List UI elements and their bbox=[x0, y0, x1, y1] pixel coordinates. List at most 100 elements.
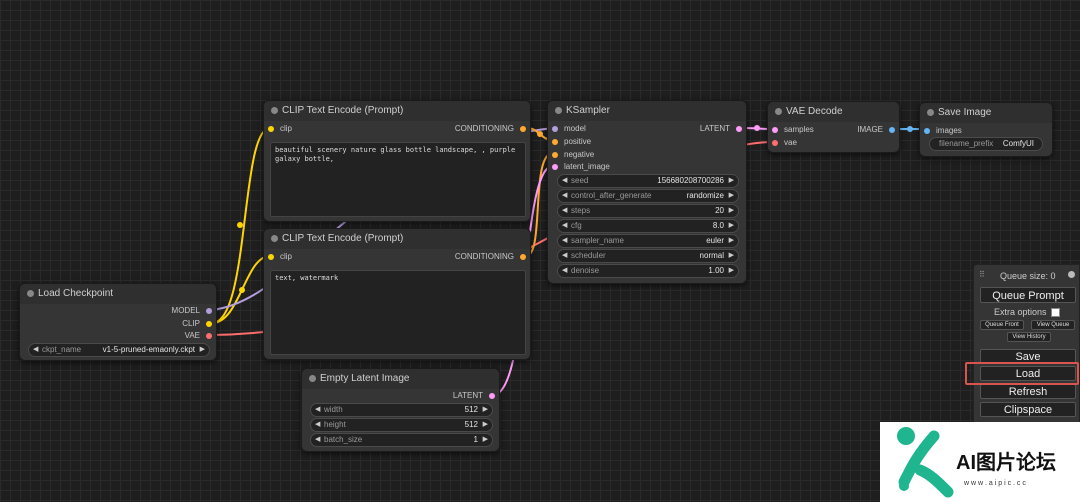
arrow-right-icon[interactable]: ▶ bbox=[483, 404, 488, 416]
seed-widget[interactable]: ◀ seed 156680208700286 ▶ bbox=[557, 174, 739, 188]
queue-front-button[interactable]: Queue Front bbox=[980, 320, 1024, 330]
collapse-dot-icon[interactable] bbox=[555, 107, 562, 114]
arrow-left-icon[interactable]: ◀ bbox=[315, 434, 320, 446]
arrow-left-icon[interactable]: ◀ bbox=[33, 344, 38, 356]
widget-label: seed bbox=[571, 176, 589, 185]
save-image-title[interactable]: Save Image bbox=[920, 103, 1052, 123]
input-slot-clip[interactable]: clip bbox=[268, 252, 292, 262]
clip-text-encode-positive-node[interactable]: CLIP Text Encode (Prompt) clip CONDITION… bbox=[263, 100, 531, 222]
height-number-widget[interactable]: ◀ height 512 ▶ bbox=[310, 418, 493, 432]
queue-prompt-button[interactable]: Queue Prompt bbox=[980, 287, 1076, 303]
arrow-right-icon[interactable]: ▶ bbox=[729, 220, 734, 232]
widget-value: 156680208700286 bbox=[657, 176, 724, 185]
prompt-textarea[interactable]: beautiful scenery nature glass bottle la… bbox=[270, 142, 526, 217]
batch-size-number-widget[interactable]: ◀ batch_size 1 ▶ bbox=[310, 433, 493, 447]
arrow-left-icon[interactable]: ◀ bbox=[562, 205, 567, 217]
vae-decode-node[interactable]: VAE Decode samples vae IMAGE bbox=[767, 101, 900, 153]
refresh-button[interactable]: Refresh bbox=[980, 384, 1076, 399]
output-slot-conditioning[interactable]: CONDITIONING bbox=[455, 124, 526, 134]
widget-value: euler bbox=[706, 236, 724, 245]
arrow-left-icon[interactable]: ◀ bbox=[562, 250, 567, 262]
arrow-left-icon[interactable]: ◀ bbox=[562, 175, 567, 187]
steps-widget[interactable]: ◀ steps 20 ▶ bbox=[557, 204, 739, 218]
control-after-generate-widget[interactable]: ◀ control_after_generate randomize ▶ bbox=[557, 189, 739, 203]
watermark-logo-icon bbox=[897, 427, 954, 498]
drag-handle-icon[interactable]: ⠿ bbox=[979, 270, 985, 279]
arrow-right-icon[interactable]: ▶ bbox=[729, 250, 734, 262]
widget-label: filename_prefix bbox=[939, 139, 994, 148]
output-slot-model[interactable]: MODEL bbox=[172, 306, 212, 316]
input-slot-positive[interactable]: positive bbox=[552, 137, 591, 147]
input-slot-samples[interactable]: samples bbox=[772, 125, 814, 135]
save-image-node[interactable]: Save Image images filename_prefix ComfyU… bbox=[919, 102, 1053, 157]
arrow-right-icon[interactable]: ▶ bbox=[200, 344, 205, 356]
output-slot-conditioning[interactable]: CONDITIONING bbox=[455, 252, 526, 262]
widget-label: denoise bbox=[571, 266, 600, 275]
input-slot-images[interactable]: images bbox=[924, 126, 962, 136]
input-slot-vae[interactable]: vae bbox=[772, 138, 797, 148]
settings-dot-icon[interactable] bbox=[1068, 271, 1075, 278]
collapse-dot-icon[interactable] bbox=[775, 108, 782, 115]
collapse-dot-icon[interactable] bbox=[271, 107, 278, 114]
output-slot-vae[interactable]: VAE bbox=[185, 331, 212, 341]
arrow-right-icon[interactable]: ▶ bbox=[729, 175, 734, 187]
collapse-dot-icon[interactable] bbox=[27, 290, 34, 297]
ksampler-node[interactable]: KSampler model positive negative latent_… bbox=[547, 100, 747, 284]
input-slot-model[interactable]: model bbox=[552, 124, 586, 134]
input-slot-latent-image[interactable]: latent_image bbox=[552, 162, 610, 172]
collapse-dot-icon[interactable] bbox=[309, 375, 316, 382]
output-slot-clip[interactable]: CLIP bbox=[182, 319, 212, 329]
slot-dot-icon bbox=[889, 127, 895, 133]
filename-prefix-widget[interactable]: filename_prefix ComfyUI bbox=[929, 137, 1043, 151]
scheduler-widget[interactable]: ◀ scheduler normal ▶ bbox=[557, 249, 739, 263]
arrow-right-icon[interactable]: ▶ bbox=[483, 419, 488, 431]
widget-value: normal bbox=[699, 251, 724, 260]
queue-size-label: Queue size: 0 bbox=[1000, 271, 1056, 281]
output-slot-image[interactable]: IMAGE bbox=[857, 125, 895, 135]
output-slot-latent[interactable]: LATENT bbox=[700, 124, 742, 134]
cfg-widget[interactable]: ◀ cfg 8.0 ▶ bbox=[557, 219, 739, 233]
slot-dot-icon bbox=[552, 126, 558, 132]
slot-dot-icon bbox=[552, 164, 558, 170]
empty-latent-image-node[interactable]: Empty Latent Image LATENT ◀ width 512 ▶ ◀ he… bbox=[301, 368, 500, 452]
arrow-right-icon[interactable]: ▶ bbox=[729, 265, 734, 277]
prompt-textarea[interactable]: text, watermark bbox=[270, 270, 526, 355]
slot-label: CONDITIONING bbox=[454, 252, 514, 261]
collapse-dot-icon[interactable] bbox=[271, 235, 278, 242]
arrow-right-icon[interactable]: ▶ bbox=[729, 205, 734, 217]
extra-options-checkbox[interactable] bbox=[1051, 308, 1061, 318]
width-number-widget[interactable]: ◀ width 512 ▶ bbox=[310, 403, 493, 417]
empty-latent-title[interactable]: Empty Latent Image bbox=[302, 369, 499, 389]
view-queue-button[interactable]: View Queue bbox=[1031, 320, 1075, 330]
node-title-text: KSampler bbox=[566, 105, 610, 116]
arrow-right-icon[interactable]: ▶ bbox=[729, 235, 734, 247]
load-checkpoint-title[interactable]: Load Checkpoint bbox=[20, 284, 216, 304]
widget-value: v1-5-pruned-emaonly.ckpt bbox=[102, 345, 195, 354]
slot-label: vae bbox=[784, 138, 797, 147]
output-slot-latent[interactable]: LATENT bbox=[453, 391, 495, 401]
arrow-left-icon[interactable]: ◀ bbox=[562, 220, 567, 232]
clip-positive-title[interactable]: CLIP Text Encode (Prompt) bbox=[264, 101, 530, 121]
clipspace-button[interactable]: Clipspace bbox=[980, 402, 1076, 417]
clip-text-encode-negative-node[interactable]: CLIP Text Encode (Prompt) clip CONDITION… bbox=[263, 228, 531, 360]
arrow-right-icon[interactable]: ▶ bbox=[483, 434, 488, 446]
arrow-right-icon[interactable]: ▶ bbox=[729, 190, 734, 202]
input-slot-negative[interactable]: negative bbox=[552, 150, 594, 160]
ksampler-title[interactable]: KSampler bbox=[548, 101, 746, 121]
vae-decode-title[interactable]: VAE Decode bbox=[768, 102, 899, 122]
load-checkpoint-node[interactable]: Load Checkpoint MODEL CLIP VAE ◀ ckpt_na… bbox=[19, 283, 217, 361]
arrow-left-icon[interactable]: ◀ bbox=[562, 190, 567, 202]
arrow-left-icon[interactable]: ◀ bbox=[315, 404, 320, 416]
ckpt-name-combo[interactable]: ◀ ckpt_name v1-5-pruned-emaonly.ckpt ▶ bbox=[28, 343, 210, 357]
input-slot-clip[interactable]: clip bbox=[268, 124, 292, 134]
denoise-widget[interactable]: ◀ denoise 1.00 ▶ bbox=[557, 264, 739, 278]
arrow-left-icon[interactable]: ◀ bbox=[315, 419, 320, 431]
sampler-name-widget[interactable]: ◀ sampler_name euler ▶ bbox=[557, 234, 739, 248]
collapse-dot-icon[interactable] bbox=[927, 109, 934, 116]
clip-negative-title[interactable]: CLIP Text Encode (Prompt) bbox=[264, 229, 530, 249]
arrow-left-icon[interactable]: ◀ bbox=[562, 265, 567, 277]
slot-dot-icon bbox=[520, 126, 526, 132]
arrow-left-icon[interactable]: ◀ bbox=[562, 235, 567, 247]
slot-label: CONDITIONING bbox=[454, 124, 514, 133]
view-history-button[interactable]: View History bbox=[1007, 332, 1051, 342]
